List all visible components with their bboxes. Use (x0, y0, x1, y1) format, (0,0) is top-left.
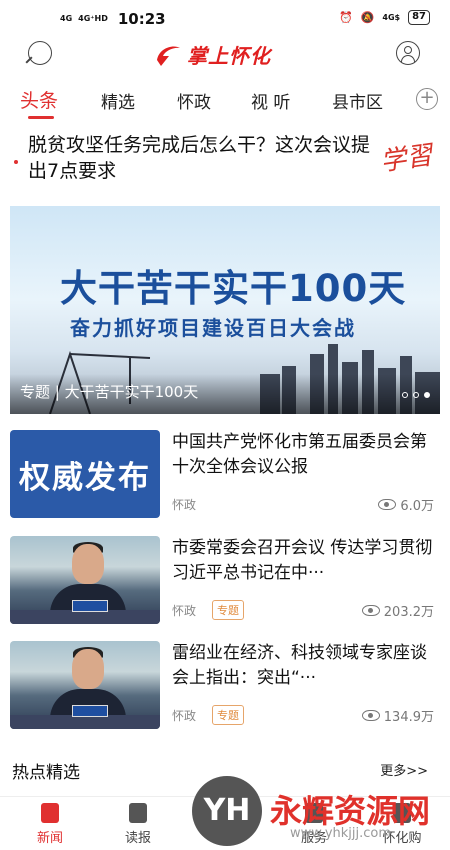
photo-face-shape (72, 649, 104, 689)
carousel-dots (402, 392, 430, 398)
battery-indicator: 87 (408, 10, 430, 25)
newspaper-icon (129, 803, 147, 823)
signal-1-indicator: 4G (60, 14, 73, 23)
hot-section-title: 热点精选 (12, 763, 80, 783)
banner-caption: 专题 | 大干苦干实干100天 (20, 383, 199, 401)
more-link[interactable]: 更多>> (380, 760, 428, 779)
eye-icon (378, 499, 397, 510)
news-thumbnail: 权威发布 (10, 430, 160, 518)
status-left: 4G 4G⁺HD 10:23 (60, 10, 166, 28)
banner-title: 大干苦干实干100天 (60, 267, 407, 310)
app-logo: 掌上怀化 (153, 40, 271, 69)
news-source: 怀政 (172, 604, 197, 618)
nav-report-label: 爆料 (212, 831, 239, 846)
tab-huaizheng[interactable]: 怀政 (177, 88, 211, 113)
news-meta: 怀政 专题 134.9万 (172, 705, 440, 725)
nav-news-label: 新闻 (36, 831, 63, 846)
eye-icon (361, 710, 380, 721)
news-title: 中国共产党怀化市第五届委员会第十次全体会议公报 (172, 432, 427, 477)
network-indicator: 4G$ (382, 12, 401, 22)
nav-service[interactable]: 服务 (284, 803, 344, 846)
topic-tag: 专题 (212, 705, 244, 725)
hot-section-header: 热点精选 更多>> (12, 756, 438, 783)
news-item[interactable]: 雷绍业在经济、科技领域专家座谈会上指出：突出“··· 怀政 专题 134.9万 (10, 641, 440, 733)
user-profile-icon[interactable] (396, 41, 420, 65)
headline-text: 脱贫攻坚任务完成后怎么干？这次会议提出7点要求 (28, 134, 371, 182)
top-headline[interactable]: 脱贫攻坚任务完成后怎么干？这次会议提出7点要求 学習 (14, 132, 438, 194)
headline-bullet (14, 160, 18, 164)
news-thumbnail (10, 536, 160, 624)
news-source: 怀政 (172, 498, 197, 512)
status-right: ⏰ 🔕 4G$ 87 (339, 10, 430, 25)
view-count-value: 134.9万 (383, 710, 434, 725)
news-thumbnail (10, 641, 160, 729)
photo-desk-shape (10, 715, 160, 729)
user-head-shape (404, 46, 412, 54)
nav-report[interactable]: 爆料 (196, 803, 256, 846)
status-time: 10:23 (117, 10, 166, 28)
news-source: 怀政 (172, 709, 197, 723)
tab-selected[interactable]: 精选 (101, 88, 135, 113)
view-count: 6.0万 (378, 495, 434, 514)
nav-newspaper-label: 读报 (124, 831, 151, 846)
news-item[interactable]: 市委常委会召开会议 传达学习贯彻习近平总书记在中··· 怀政 专题 203.2万 (10, 536, 440, 628)
photo-desk-shape (10, 610, 160, 624)
tab-audio-video[interactable]: 视 听 (251, 88, 290, 113)
app-header: 掌上怀化 (0, 38, 450, 74)
tab-headlines[interactable]: 头条 (20, 86, 58, 113)
tab-counties[interactable]: 县市区 (332, 88, 383, 113)
view-count-value: 6.0万 (400, 499, 434, 514)
bottom-navigation: 新闻 读报 爆料 服务 怀化购 (0, 796, 450, 850)
carousel-dot-active[interactable] (424, 392, 430, 398)
view-count-value: 203.2万 (383, 605, 434, 620)
nav-service-label: 服务 (300, 831, 327, 846)
feature-banner[interactable]: 大干苦干实干100天 奋力抓好项目建设百日大会战 专题 | 大干苦干实干100天 (10, 206, 440, 414)
news-icon (41, 803, 59, 823)
eye-icon (361, 605, 380, 616)
status-bar: 4G 4G⁺HD 10:23 ⏰ 🔕 4G$ 87 (0, 0, 450, 40)
photo-nameplate-shape (72, 705, 108, 717)
nav-newspaper[interactable]: 读报 (108, 803, 168, 846)
channel-tabs: 头条 精选 怀政 视 听 县市区 + (0, 82, 450, 122)
active-tab-indicator (28, 116, 54, 119)
carousel-dot[interactable] (413, 392, 419, 398)
logo-mark-icon (157, 46, 180, 66)
thumbnail-label: 权威发布 (19, 459, 151, 496)
photo-face-shape (72, 544, 104, 584)
shop-icon (393, 803, 411, 823)
photo-nameplate-shape (72, 600, 108, 612)
topic-tag: 专题 (212, 600, 244, 620)
news-item[interactable]: 权威发布 中国共产党怀化市第五届委员会第十次全体会议公报 怀政 6.0万 (10, 430, 440, 522)
study-stamp-logo: 学習 (378, 140, 435, 178)
nav-shop[interactable]: 怀化购 (372, 803, 432, 846)
report-icon (217, 803, 235, 823)
view-count: 134.9万 (361, 706, 434, 725)
news-title: 雷绍业在经济、科技领域专家座谈会上指出：突出“··· (172, 643, 427, 688)
view-count: 203.2万 (361, 601, 434, 620)
carousel-dot[interactable] (402, 392, 408, 398)
user-body-shape (401, 55, 415, 62)
news-meta: 怀政 专题 203.2万 (172, 600, 440, 620)
nav-news[interactable]: 新闻 (20, 803, 80, 846)
alarm-icon: ⏰ (338, 11, 353, 24)
search-icon[interactable] (28, 41, 52, 65)
news-meta: 怀政 6.0万 (172, 494, 440, 514)
service-icon (305, 803, 323, 823)
logo-text: 掌上怀化 (187, 44, 271, 68)
nav-shop-label: 怀化购 (382, 831, 422, 846)
news-title: 市委常委会召开会议 传达学习贯彻习近平总书记在中··· (172, 538, 433, 583)
add-channel-icon[interactable]: + (416, 88, 438, 110)
banner-subtitle: 奋力抓好项目建设百日大会战 (70, 316, 356, 340)
signal-2-indicator: 4G⁺HD (78, 14, 108, 23)
mute-icon: 🔕 (360, 11, 375, 24)
